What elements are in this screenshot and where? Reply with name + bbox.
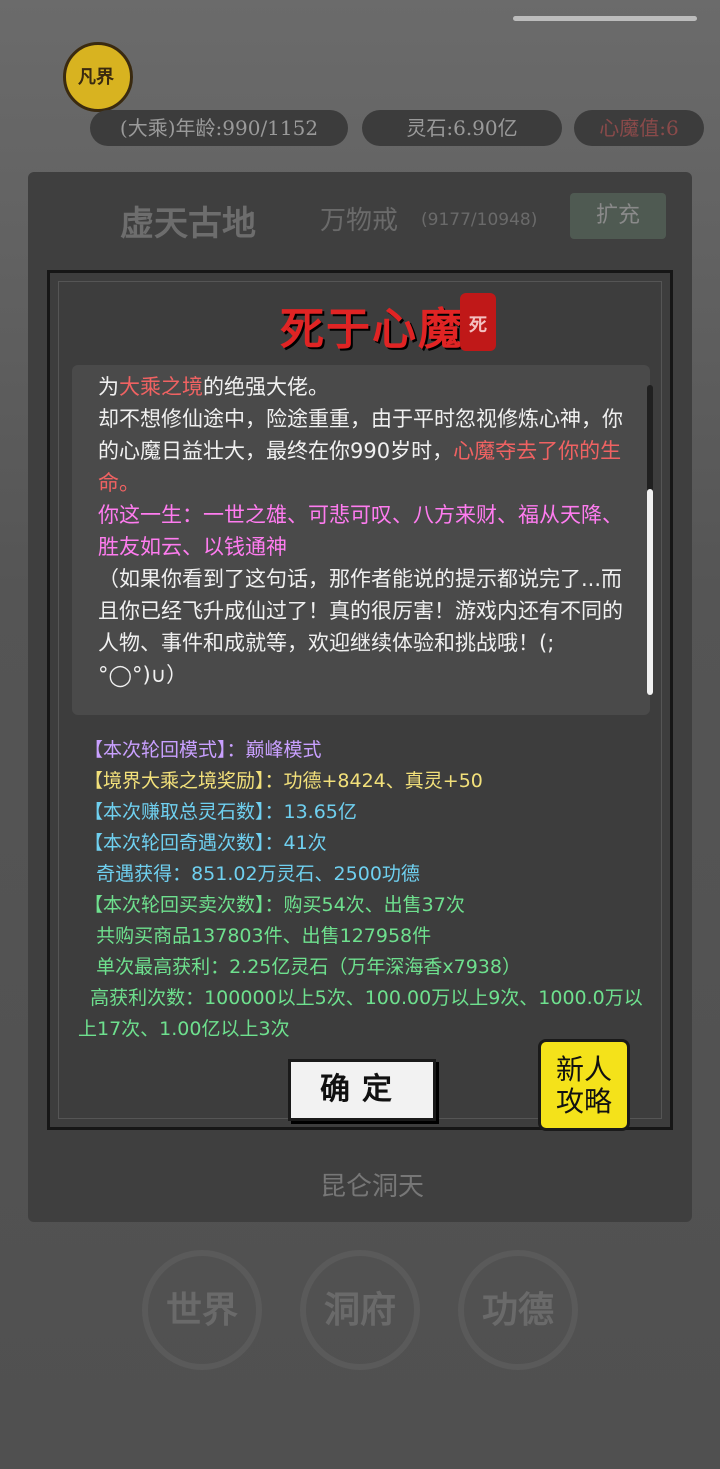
city-name: 昆仑洞天 — [320, 1172, 425, 1202]
result-encounter-count: 【本次轮回奇遇次数】：41次 — [84, 832, 327, 854]
dialog-title: 死于心魔 — [280, 304, 464, 355]
story-text: 为大乘之境的绝强大佬。 却不想修仙途中，险途重重，由于平时忽视修炼心神，你的心魔… — [98, 371, 634, 691]
result-realm-reward: 【境界大乘之境奖励】：功德+8424、真灵+50 — [84, 770, 483, 792]
death-dialog: 死于心魔 死 为大乘之境的绝强大佬。 却不想修仙途中，险途重重，由于平时忽视修炼… — [47, 270, 673, 1131]
heart-demon-display: 心魔值:6 — [574, 110, 704, 146]
seal-text: 死 — [469, 315, 487, 336]
story-line-death: 却不想修仙途中，险途重重，由于平时忽视修炼心神，你的心魔日益壮大，最终在你990… — [98, 407, 623, 495]
result-total-stones: 【本次赚取总灵石数】：13.65亿 — [84, 801, 357, 823]
confirm-button[interactable]: 确定 — [288, 1059, 436, 1121]
gourd-label: 凡界 — [78, 67, 114, 88]
red-seal-icon: 死 — [460, 293, 496, 351]
nav-merit-button[interactable]: 功德 — [458, 1250, 578, 1370]
story-box[interactable]: 为大乘之境的绝强大佬。 却不想修仙途中，险途重重，由于平时忽视修炼心神，你的心魔… — [72, 365, 650, 715]
guide-line-2: 攻略 — [555, 1085, 612, 1118]
expand-button[interactable]: 扩充 — [570, 193, 666, 239]
realm-gourd-icon[interactable]: 凡界 — [63, 42, 133, 112]
story-scrollbar[interactable] — [647, 385, 653, 695]
system-status-bar — [513, 16, 697, 21]
nav-cave-button[interactable]: 洞府 — [300, 1250, 420, 1370]
result-encounter-gain: 奇遇获得：851.02万灵石、2500功德 — [84, 863, 420, 885]
story-line-identity: 为大乘之境的绝强大佬。 — [98, 375, 329, 399]
realm-name: 大乘之境 — [119, 375, 203, 399]
nav-world-button[interactable]: 世界 — [142, 1250, 262, 1370]
scrollbar-thumb[interactable] — [647, 489, 653, 695]
result-trade-goods: 共购买商品137803件、出售127958件 — [84, 925, 432, 947]
result-mode: 【本次轮回模式】：巅峰模式 — [84, 739, 322, 761]
epitaph-titles: 你这一生：一世之雄、可悲可叹、八方来财、福从天降、胜友如云、以钱通神 — [98, 503, 623, 559]
author-note: （如果你看到了这句话，那作者能说的提示都说完了...而且你已经飞升成仙过了！真的… — [98, 567, 623, 687]
ring-count: (9177/10948) — [421, 210, 538, 230]
spirit-stone-display: 灵石:6.90亿 — [362, 110, 562, 146]
guide-line-1: 新人 — [555, 1053, 612, 1086]
result-best-profit: 单次最高获利：2.25亿灵石（万年深海香x7938） — [84, 956, 521, 978]
realm-age-display: (大乘)年龄:990/1152 — [90, 110, 348, 146]
area-title: 虚天古地 — [120, 204, 256, 244]
newbie-guide-button[interactable]: 新人 攻略 — [538, 1039, 630, 1131]
ring-label: 万物戒 — [320, 206, 399, 236]
result-trade-count: 【本次轮回买卖次数】：购买54次、出售37次 — [84, 894, 465, 916]
result-high-profit: 高获利次数：100000以上5次、100.00万以上9次、1000.0万以上17… — [78, 987, 643, 1040]
